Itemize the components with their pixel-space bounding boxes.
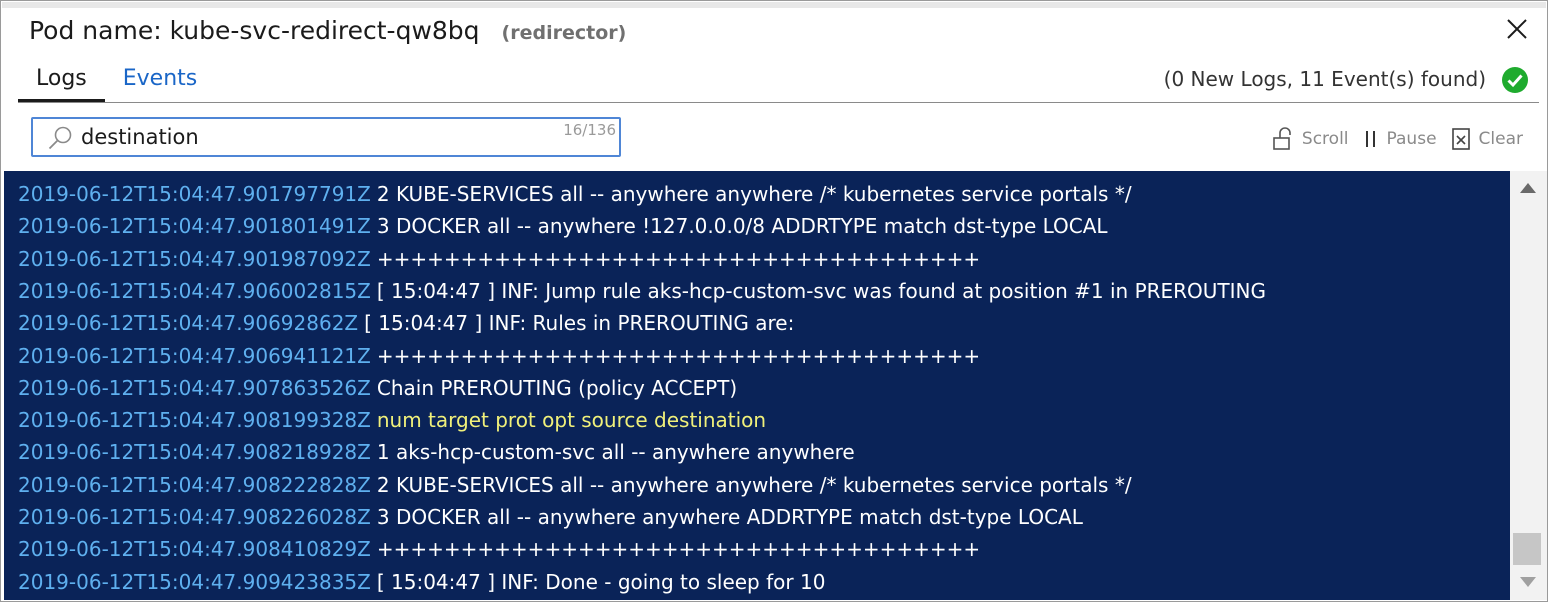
scroll-label: Scroll [1301, 129, 1349, 149]
close-icon [1507, 19, 1527, 39]
log-message: 2 KUBE-SERVICES all -- anywhere anywhere… [376, 182, 1132, 206]
log-line: 2019-06-12T15:04:47.908222828Z 2 KUBE-SER… [18, 470, 1132, 500]
scroll-button[interactable]: Scroll [1272, 127, 1349, 151]
close-button[interactable] [1503, 15, 1531, 43]
log-timestamp: 2019-06-12T15:04:47.90692862Z [18, 311, 359, 336]
log-timestamp: 2019-06-12T15:04:47.908218928Z [18, 440, 371, 465]
log-timestamp: 2019-06-12T15:04:47.901797791Z [18, 182, 371, 206]
log-timestamp: 2019-06-12T15:04:47.907863526Z [18, 375, 371, 400]
log-line: 2019-06-12T15:04:47.901801491Z 3 DOCKER a… [18, 211, 1108, 241]
pod-log-panel: Pod name: kube-svc-redirect-qw8bq (redir… [0, 0, 1548, 602]
clear-button[interactable]: Clear [1451, 127, 1523, 151]
tab-divider [18, 102, 1539, 103]
log-timestamp: 2019-06-12T15:04:47.908226028Z [18, 505, 371, 529]
log-line: 2019-06-12T15:04:47.90692862Z[ 15:04:47 … [18, 308, 794, 338]
tab-events[interactable]: Events [105, 63, 216, 99]
log-timestamp: 2019-06-12T15:04:47.908199328Z [18, 408, 371, 433]
match-count: 16/136 [563, 121, 616, 139]
search-box[interactable]: 16/136 [31, 117, 621, 157]
clear-icon [1451, 128, 1470, 150]
pod-name: Pod name: kube-svc-redirect-qw8bq [29, 16, 480, 45]
clear-label: Clear [1478, 129, 1523, 149]
log-line: 2019-06-12T15:04:47.906941121Z ++++++++++… [18, 341, 980, 371]
search-icon [48, 126, 72, 150]
status-text: (0 New Logs, 11 Event(s) found) [1163, 67, 1486, 91]
log-message: 3 DOCKER all -- anywhere !127.0.0.0/8 AD… [376, 214, 1108, 239]
log-timestamp: 2019-06-12T15:04:47.908222828Z [18, 472, 371, 497]
log-line: 2019-06-12T15:04:47.906002815Z[ 15:04:47… [18, 276, 1266, 306]
log-timestamp: 2019-06-12T15:04:47.909423835Z [18, 569, 371, 594]
scroll-up-arrow-icon[interactable] [1520, 183, 1536, 193]
log-output[interactable]: 2019-06-12T15:04:47.901797791Z 2 KUBE-SER… [4, 171, 1510, 600]
log-message: ++++++++++++++++++++++++++++++++++++ [376, 343, 981, 368]
pause-label: Pause [1386, 129, 1437, 149]
log-message-highlighted: num target prot opt source destination [376, 408, 767, 433]
log-timestamp: 2019-06-12T15:04:47.908410829Z [18, 537, 371, 562]
search-input[interactable] [81, 123, 551, 151]
scroll-down-arrow-icon[interactable] [1520, 577, 1536, 587]
log-message: 2 KUBE-SERVICES all -- anywhere anywhere… [376, 472, 1132, 497]
log-message: Chain PREROUTING (policy ACCEPT) [376, 375, 738, 400]
log-timestamp: 2019-06-12T15:04:47.901801491Z [18, 214, 371, 239]
log-message: ++++++++++++++++++++++++++++++++++++ [376, 537, 981, 562]
log-line: 2019-06-12T15:04:47.908226028Z 3 DOCKER a… [18, 502, 1083, 532]
log-toolbar: Scroll Pause Clear [1258, 127, 1523, 151]
scrollbar-thumb[interactable] [1513, 533, 1541, 565]
tab-bar: Logs Events [18, 63, 215, 103]
log-line: 2019-06-12T15:04:47.901797791Z 2 KUBE-SER… [18, 179, 1132, 209]
log-message: ++++++++++++++++++++++++++++++++++++ [376, 246, 981, 271]
log-message: [ 15:04:47 ] INF: Jump rule aks-hcp-cust… [376, 278, 1267, 303]
log-timestamp: 2019-06-12T15:04:47.901987092Z [18, 246, 371, 271]
log-timestamp: 2019-06-12T15:04:47.906002815Z [18, 278, 371, 303]
log-line: 2019-06-12T15:04:47.908218928Z 1 aks-hcp-… [18, 437, 855, 467]
pause-button[interactable]: Pause [1363, 128, 1437, 150]
tab-logs[interactable]: Logs [18, 63, 105, 103]
check-circle-icon [1502, 67, 1528, 93]
log-line: 2019-06-12T15:04:47.908199328Z num target… [18, 405, 766, 435]
top-strip [2, 2, 1546, 8]
pod-role: (redirector) [501, 22, 627, 44]
log-message: 1 aks-hcp-custom-svc all -- anywhere any… [376, 440, 855, 465]
pause-icon [1365, 131, 1375, 147]
log-line: 2019-06-12T15:04:47.907863526Z Chain PRER… [18, 373, 737, 403]
log-timestamp: 2019-06-12T15:04:47.906941121Z [18, 343, 371, 368]
log-line: 2019-06-12T15:04:47.901987092Z ++++++++++… [18, 244, 980, 274]
log-message: 3 DOCKER all -- anywhere anywhere ADDRTY… [376, 505, 1083, 529]
panel-title: Pod name: kube-svc-redirect-qw8bq (redir… [29, 16, 626, 52]
unlock-icon [1273, 127, 1291, 150]
log-message: [ 15:04:47 ] INF: Done - going to sleep … [376, 569, 826, 594]
log-line: 2019-06-12T15:04:47.908410829Z ++++++++++… [18, 534, 980, 564]
log-scrollbar[interactable] [1510, 171, 1547, 600]
log-message: [ 15:04:47 ] INF: Rules in PREROUTING ar… [364, 311, 795, 336]
log-line: 2019-06-12T15:04:47.909423835Z[ 15:04:47… [18, 567, 825, 597]
